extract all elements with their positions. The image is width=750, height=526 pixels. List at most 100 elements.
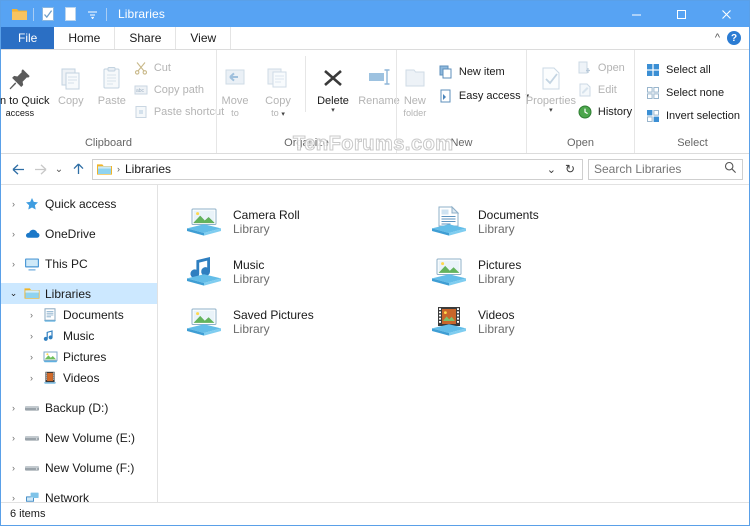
properties-icon	[538, 58, 564, 92]
tab-view[interactable]: View	[176, 27, 232, 49]
pictures-library-icon	[184, 202, 224, 242]
expander-icon[interactable]: ›	[23, 373, 40, 383]
address-bar-actions: ⌄ ↻	[544, 162, 580, 176]
expander-icon[interactable]: ›	[23, 331, 40, 341]
tab-home[interactable]: Home	[54, 27, 116, 49]
tab-share[interactable]: Share	[115, 27, 177, 49]
select-none-button[interactable]: Select none	[645, 84, 744, 102]
list-item[interactable]: Camera Roll Library	[180, 197, 425, 247]
file-list-view[interactable]: Camera Roll Library Documents Library Mu…	[158, 185, 749, 502]
sidebar-item-libraries[interactable]: ⌄ Libraries	[1, 283, 157, 304]
navigation-pane[interactable]: › Quick access › OneDrive › This PC ⌄ Li…	[1, 185, 158, 502]
up-arrow-icon[interactable]	[67, 158, 89, 180]
documents-library-icon	[429, 202, 469, 242]
expander-icon[interactable]: ⌄	[5, 288, 22, 299]
new-folder-icon[interactable]	[59, 4, 81, 24]
select-none-icon	[645, 85, 661, 101]
minimize-button[interactable]	[614, 1, 659, 27]
properties-check-icon[interactable]	[37, 4, 59, 24]
list-item[interactable]: Saved Pictures Library	[180, 297, 425, 347]
refresh-icon[interactable]: ↻	[562, 162, 578, 176]
sidebar-item-label: Network	[45, 490, 90, 503]
sidebar-item-label: Documents	[63, 307, 124, 322]
expander-icon[interactable]: ›	[5, 229, 22, 239]
sidebar-item-backup-d[interactable]: › Backup (D:)	[1, 397, 157, 418]
sidebar-item-label: Videos	[63, 370, 100, 385]
list-item[interactable]: Documents Library	[425, 197, 670, 247]
chevron-up-icon[interactable]: ^	[715, 32, 720, 44]
breadcrumb-current[interactable]: Libraries	[125, 162, 171, 176]
sidebar-item-documents[interactable]: › Documents	[1, 304, 157, 325]
help-icon[interactable]: ?	[727, 31, 741, 45]
copy-to-icon	[264, 58, 292, 92]
scissors-icon	[133, 60, 149, 76]
move-to-button[interactable]: Move to	[214, 54, 256, 119]
new-folder-button[interactable]: New folder	[392, 54, 438, 119]
item-subtitle: Library	[478, 322, 515, 336]
expander-icon[interactable]: ›	[5, 199, 22, 209]
expander-icon[interactable]: ›	[5, 463, 22, 473]
properties-button[interactable]: Properties ▾	[525, 54, 577, 114]
expander-icon[interactable]: ›	[5, 433, 22, 443]
caret-icon: ▾	[281, 111, 285, 118]
list-item[interactable]: Videos Library	[425, 297, 670, 347]
sidebar-item-pictures[interactable]: › Pictures	[1, 346, 157, 367]
sidebar-item-music[interactable]: › Music	[1, 325, 157, 346]
breadcrumb[interactable]: › Libraries ⌄ ↻	[92, 158, 583, 180]
copy-button[interactable]: Copy	[51, 54, 91, 107]
pin-icon	[7, 58, 33, 92]
paste-button[interactable]: Paste	[91, 54, 133, 107]
search-icon[interactable]	[724, 161, 737, 177]
sidebar-item-new-volume-f[interactable]: › New Volume (F:)	[1, 457, 157, 478]
open-button[interactable]: Open	[577, 59, 636, 77]
copy-to-button[interactable]: Copy to ▾	[256, 54, 300, 119]
group-label-new: New	[450, 137, 473, 149]
tabstrip-filler	[231, 27, 715, 49]
copy-label: Copy	[58, 95, 84, 107]
history-button[interactable]: History	[577, 103, 636, 121]
sidebar-item-network[interactable]: › Network	[1, 487, 157, 503]
forward-arrow-icon[interactable]	[29, 158, 51, 180]
expander-icon[interactable]: ›	[5, 403, 22, 413]
group-label-organize: Organize	[284, 137, 329, 149]
search-input[interactable]: Search Libraries	[588, 158, 743, 180]
maximize-button[interactable]	[659, 1, 704, 27]
expander-icon[interactable]: ›	[23, 352, 40, 362]
new-folder-label-line1: New	[403, 95, 426, 107]
title-bar: Libraries	[1, 1, 749, 27]
select-all-button[interactable]: Select all	[645, 61, 744, 79]
expander-icon[interactable]: ›	[5, 493, 22, 503]
item-name: Camera Roll	[233, 208, 300, 222]
expander-icon[interactable]: ›	[5, 259, 22, 269]
sidebar-item-new-volume-e[interactable]: › New Volume (E:)	[1, 427, 157, 448]
delete-button[interactable]: Delete ▾	[311, 54, 355, 114]
edit-button[interactable]: Edit	[577, 81, 636, 99]
libraries-folder-icon	[97, 163, 114, 176]
sidebar-item-videos[interactable]: › Videos	[1, 367, 157, 388]
sidebar-item-onedrive[interactable]: › OneDrive	[1, 223, 157, 244]
sidebar-item-quick-access[interactable]: › Quick access	[1, 193, 157, 214]
invert-selection-button[interactable]: Invert selection	[645, 107, 744, 125]
videos-library-icon	[40, 371, 60, 384]
easy-access-label: Easy access	[458, 90, 521, 102]
tab-file[interactable]: File	[1, 27, 55, 49]
sidebar-item-this-pc[interactable]: › This PC	[1, 253, 157, 274]
this-pc-icon	[22, 257, 42, 271]
expander-icon[interactable]: ›	[23, 310, 40, 320]
list-item[interactable]: Pictures Library	[425, 247, 670, 297]
sidebar-item-label: This PC	[45, 256, 88, 271]
address-bar: ⌄ › Libraries ⌄ ↻ Search Libraries	[1, 154, 749, 184]
folder-icon[interactable]	[8, 4, 30, 24]
list-item[interactable]: Music Library	[180, 247, 425, 297]
sidebar-item-label: Quick access	[45, 196, 117, 211]
copy-path-icon: abc	[133, 82, 149, 98]
pin-label-line2: access	[5, 108, 35, 118]
back-arrow-icon[interactable]	[7, 158, 29, 180]
group-label-open: Open	[567, 137, 594, 149]
dropdown-icon[interactable]	[81, 4, 103, 24]
pin-to-quick-access-button[interactable]: Pin to Quick access	[0, 54, 51, 119]
documents-library-icon	[40, 307, 60, 322]
address-history-dropdown[interactable]: ⌄	[544, 163, 559, 176]
close-button[interactable]	[704, 1, 749, 27]
chevron-down-icon[interactable]: ⌄	[51, 158, 67, 180]
